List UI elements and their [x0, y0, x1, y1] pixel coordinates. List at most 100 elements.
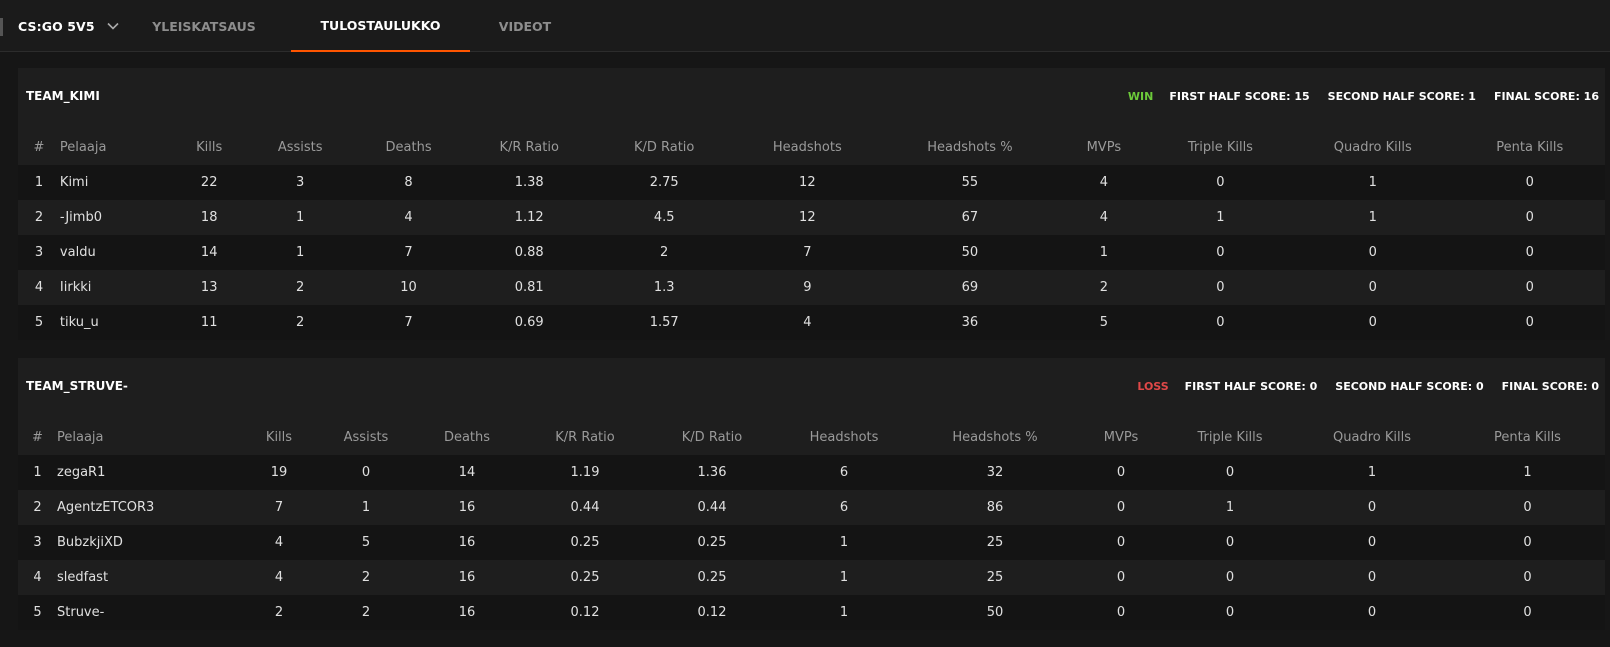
tab-overview[interactable]: YLEISKATSAUS	[142, 0, 266, 52]
second-half-score: SECOND HALF SCORE: 0	[1335, 380, 1484, 393]
first-half-score: FIRST HALF SCORE: 0	[1184, 380, 1318, 393]
headshots-percent-cell: 25	[986, 570, 1004, 585]
mvps-cell: 1	[1099, 245, 1108, 260]
tab-videos[interactable]: VIDEOT	[490, 0, 560, 52]
headshots-cell: 1	[839, 535, 849, 550]
column-header[interactable]: Headshots %	[882, 130, 1058, 165]
column-header[interactable]: Kills	[240, 420, 318, 455]
mvps-cell: 0	[1116, 465, 1126, 480]
final-score: FINAL SCORE: 0	[1501, 380, 1599, 393]
score-summary: WIN FIRST HALF SCORE: 15 SECOND HALF SCO…	[1128, 90, 1605, 103]
column-header[interactable]: Assists	[318, 420, 414, 455]
headshots-percent-cell: 86	[986, 500, 1004, 515]
column-header[interactable]: Deaths	[354, 130, 462, 165]
triple-kills-cell: 1	[1216, 210, 1225, 225]
assists-cell: 2	[296, 315, 305, 330]
player-name-link[interactable]: valdu	[60, 235, 172, 270]
quadro-kills-cell: 0	[1367, 570, 1377, 585]
player-row: 5 tiku_u 11 2 7 0.69 1.57 4 36 5 0 0 0	[18, 305, 1605, 340]
assists-cell: 1	[296, 210, 305, 225]
team-scoreboard-panel: TEAM_KIMI WIN FIRST HALF SCORE: 15 SECON…	[18, 68, 1605, 340]
column-header[interactable]: Triple Kills	[1166, 420, 1294, 455]
assists-cell: 2	[361, 570, 371, 585]
player-name-link[interactable]: sledfast	[57, 560, 240, 595]
column-header: #	[33, 140, 45, 155]
column-header[interactable]: Headshots	[774, 420, 914, 455]
column-header[interactable]: Triple Kills	[1150, 130, 1291, 165]
assists-cell: 1	[296, 245, 305, 260]
deaths-cell: 10	[400, 280, 417, 295]
headshots-percent-cell: 25	[986, 535, 1004, 550]
kills-cell: 4	[274, 570, 284, 585]
tab-label: TULOSTAULUKKO	[320, 17, 441, 33]
column-header[interactable]: K/R Ratio	[463, 130, 596, 165]
mvps-cell: 0	[1116, 500, 1126, 515]
kills-cell: 4	[274, 535, 284, 550]
kd-ratio-cell: 2.75	[649, 175, 679, 190]
kills-cell: 18	[200, 210, 218, 225]
column-header[interactable]: Assists	[246, 130, 354, 165]
quadro-kills-cell: 0	[1368, 315, 1377, 330]
quadro-kills-cell: 1	[1368, 210, 1377, 225]
tab-scoreboard[interactable]: TULOSTAULUKKO	[291, 0, 470, 52]
deaths-cell: 4	[404, 210, 413, 225]
kr-ratio-cell: 0.12	[570, 605, 600, 620]
kills-cell: 14	[200, 245, 218, 260]
team-name: TEAM_STRUVE-	[26, 379, 128, 393]
column-header[interactable]: Headshots	[733, 130, 882, 165]
column-header[interactable]: Kills	[172, 130, 246, 165]
column-header[interactable]: MVPs	[1058, 130, 1150, 165]
quadro-kills-cell: 0	[1367, 605, 1377, 620]
player-name-link[interactable]: Struve-	[57, 595, 240, 630]
column-header[interactable]: Penta Kills	[1455, 130, 1605, 165]
deaths-cell: 8	[404, 175, 413, 190]
player-name-link[interactable]: Iirkki	[60, 270, 172, 305]
kd-ratio-cell: 4.5	[653, 210, 675, 225]
player-name-link[interactable]: Kimi	[60, 165, 172, 200]
headshots-percent-cell: 32	[986, 465, 1004, 480]
mvps-cell: 0	[1116, 570, 1126, 585]
column-header[interactable]: Pelaaja	[57, 420, 240, 455]
deaths-cell: 16	[458, 535, 476, 550]
quadro-kills-cell: 0	[1368, 280, 1377, 295]
column-header[interactable]: Pelaaja	[60, 130, 172, 165]
player-name-link[interactable]: -Jimb0	[60, 200, 172, 235]
player-row: 3 BubzkjiXD 4 5 16 0.25 0.25 1 25 0 0 0 …	[18, 525, 1605, 560]
column-header[interactable]: K/R Ratio	[520, 420, 650, 455]
kr-ratio-cell: 0.44	[570, 500, 600, 515]
kills-cell: 11	[200, 315, 218, 330]
first-half-score: FIRST HALF SCORE: 15	[1169, 90, 1310, 103]
team-scoreboard-panel: TEAM_STRUVE- LOSS FIRST HALF SCORE: 0 SE…	[18, 358, 1605, 630]
kills-cell: 7	[274, 500, 284, 515]
kd-ratio-cell: 0.12	[697, 605, 727, 620]
kills-cell: 22	[200, 175, 218, 190]
game-mode-label: CS:GO 5V5	[18, 18, 95, 34]
column-header[interactable]: Quadro Kills	[1294, 420, 1450, 455]
rank-cell: 1	[34, 175, 44, 190]
player-stats-table: # Pelaaja Kills Assists Deaths K/R Ratio…	[18, 420, 1605, 630]
second-half-score: SECOND HALF SCORE: 1	[1327, 90, 1476, 103]
final-score: FINAL SCORE: 16	[1493, 90, 1599, 103]
game-mode-dropdown[interactable]: CS:GO 5V5	[18, 0, 121, 52]
player-row: 2 AgentzETCOR3 7 1 16 0.44 0.44 6 86 0 1…	[18, 490, 1605, 525]
player-name-link[interactable]: zegaR1	[57, 455, 240, 490]
deaths-cell: 7	[404, 315, 413, 330]
player-name-link[interactable]: BubzkjiXD	[57, 525, 240, 560]
column-header[interactable]: MVPs	[1076, 420, 1166, 455]
player-name-link[interactable]: tiku_u	[60, 305, 172, 340]
player-name-link[interactable]: AgentzETCOR3	[57, 490, 240, 525]
team-header: TEAM_KIMI WIN FIRST HALF SCORE: 15 SECON…	[18, 68, 1605, 130]
column-header[interactable]: K/D Ratio	[650, 420, 774, 455]
headshots-cell: 1	[839, 570, 849, 585]
player-row: 4 sledfast 4 2 16 0.25 0.25 1 25 0 0 0 0	[18, 560, 1605, 595]
team-name: TEAM_KIMI	[26, 89, 100, 103]
headshots-cell: 7	[803, 245, 812, 260]
assists-cell: 2	[296, 280, 305, 295]
column-header[interactable]: Deaths	[414, 420, 520, 455]
column-header[interactable]: Quadro Kills	[1291, 130, 1455, 165]
column-header[interactable]: Penta Kills	[1450, 420, 1605, 455]
kd-ratio-cell: 0.25	[697, 570, 727, 585]
column-header[interactable]: K/D Ratio	[596, 130, 733, 165]
penta-kills-cell: 1	[1523, 465, 1532, 480]
column-header[interactable]: Headshots %	[914, 420, 1076, 455]
